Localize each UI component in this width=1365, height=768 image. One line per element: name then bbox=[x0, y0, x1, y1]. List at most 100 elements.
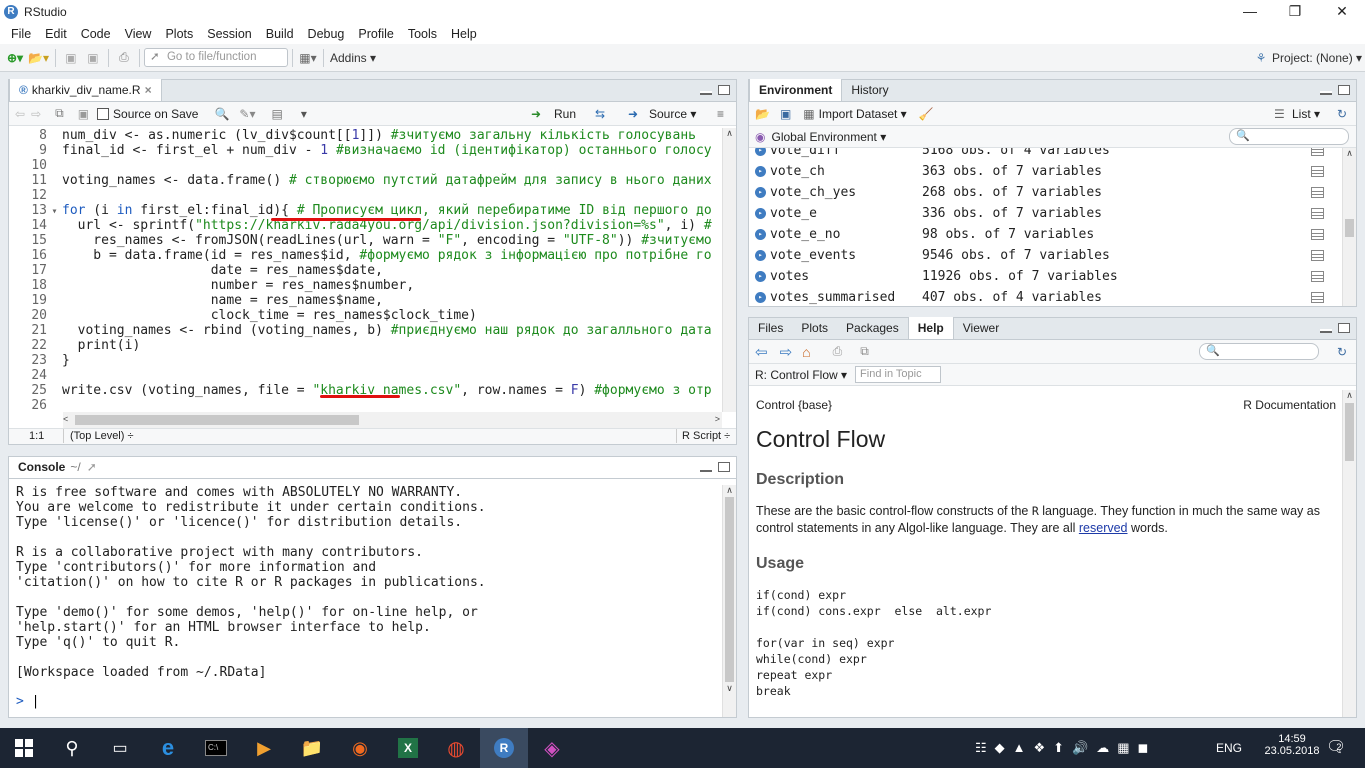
language-indicator[interactable]: ENG bbox=[1216, 741, 1242, 755]
console-scroll-thumb[interactable] bbox=[725, 497, 734, 682]
code-line[interactable]: 15 res_names <- fromJSON(readLines(url, … bbox=[9, 233, 711, 248]
console-scrollbar[interactable]: ∧ ∨ bbox=[722, 485, 736, 717]
search-icon[interactable]: 🔍 bbox=[214, 107, 229, 121]
menu-session[interactable]: Session bbox=[200, 27, 258, 41]
refresh-icon[interactable]: ↻ bbox=[1337, 345, 1347, 359]
workspace-panes-icon[interactable]: ▦▾ bbox=[299, 48, 317, 68]
maximize-pane-icon[interactable] bbox=[1338, 85, 1350, 95]
back-icon[interactable]: ⇦ bbox=[15, 107, 25, 121]
expand-icon[interactable]: ▸ bbox=[755, 187, 766, 198]
task-view-icon[interactable]: ▭ bbox=[96, 728, 144, 768]
code-line[interactable]: 10 bbox=[9, 158, 62, 173]
code-line[interactable]: 19 name = res_names$name, bbox=[9, 293, 383, 308]
system-tray-icons[interactable]: ☷◆▲❖⬆🔊☁▦◼ bbox=[975, 740, 1156, 756]
hscroll-thumb[interactable] bbox=[75, 415, 359, 425]
firefox-icon[interactable]: ◉ bbox=[336, 728, 384, 768]
tab-environment[interactable]: Environment bbox=[749, 79, 843, 101]
view-table-icon[interactable] bbox=[1311, 229, 1324, 240]
scroll-down-icon[interactable]: ∨ bbox=[723, 683, 736, 694]
minimize-pane-icon[interactable] bbox=[700, 468, 712, 472]
maximize-pane-icon[interactable] bbox=[718, 85, 730, 95]
chrome-icon[interactable]: ◍ bbox=[432, 728, 480, 768]
expand-icon[interactable]: ▸ bbox=[755, 292, 766, 303]
expand-icon[interactable]: ▸ bbox=[755, 271, 766, 282]
re-run-icon[interactable]: ⇆ bbox=[595, 107, 605, 121]
view-table-icon[interactable] bbox=[1311, 250, 1324, 261]
source-on-save-checkbox[interactable] bbox=[97, 107, 110, 120]
file-type-selector[interactable]: R Script ÷ bbox=[682, 429, 730, 444]
find-in-topic-input[interactable]: Find in Topic bbox=[855, 366, 942, 383]
help-scroll-thumb[interactable] bbox=[1345, 403, 1354, 461]
environment-row[interactable]: ▸ vote_e_no 98 obs. of 7 variables bbox=[749, 224, 1342, 245]
environment-row[interactable]: ▸ vote_ch_yes 268 obs. of 7 variables bbox=[749, 182, 1342, 203]
search-icon[interactable]: ⚲ bbox=[48, 728, 96, 768]
code-line[interactable]: 26 bbox=[9, 398, 62, 412]
expand-icon[interactable]: ▸ bbox=[755, 166, 766, 177]
start-button[interactable] bbox=[0, 728, 48, 768]
show-in-window-icon[interactable]: ⧉ bbox=[55, 106, 64, 121]
load-workspace-icon[interactable]: 📂 bbox=[755, 107, 770, 121]
console-prompt[interactable]: > | bbox=[16, 694, 39, 709]
run-button[interactable]: Run bbox=[554, 107, 576, 121]
view-table-icon[interactable] bbox=[1311, 148, 1324, 156]
code-line[interactable]: 8 num_div <- as.numeric (lv_div$count[[1]… bbox=[9, 128, 696, 143]
code-line[interactable]: 18 number = res_names$number, bbox=[9, 278, 414, 293]
source-button[interactable]: Source ▾ bbox=[649, 107, 696, 121]
code-line[interactable]: 9 final_id <- first_el + num_div - 1 #виз… bbox=[9, 143, 711, 158]
editor-tab[interactable]: ® kharkiv_div_name.R × bbox=[9, 79, 162, 101]
code-line[interactable]: 11 voting_names <- data.frame() # створює… bbox=[9, 173, 711, 188]
environment-search-input[interactable]: 🔍 bbox=[1229, 128, 1349, 145]
menu-code[interactable]: Code bbox=[74, 27, 118, 41]
home-icon[interactable]: ⌂ bbox=[802, 344, 810, 360]
environment-row[interactable]: ▸ votes 11926 obs. of 7 variables bbox=[749, 266, 1342, 287]
print-icon[interactable]: ⎙ bbox=[833, 344, 843, 359]
save-workspace-icon[interactable]: ▣ bbox=[780, 107, 791, 121]
environment-scrollbar[interactable]: ∧ bbox=[1342, 148, 1356, 306]
fold-icon[interactable]: ▾ bbox=[47, 204, 62, 219]
reserved-link[interactable]: reserved bbox=[1079, 521, 1128, 535]
environment-row[interactable]: ▸ vote_events 9546 obs. of 7 variables bbox=[749, 245, 1342, 266]
menu-debug[interactable]: Debug bbox=[301, 27, 352, 41]
topic-dropdown[interactable]: R: Control Flow ▾ bbox=[755, 368, 847, 382]
minimize-pane-icon[interactable] bbox=[700, 91, 712, 95]
clear-broom-icon[interactable]: 🧹 bbox=[919, 107, 934, 121]
code-editor[interactable]: 8 num_div <- as.numeric (lv_div$count[[1]… bbox=[9, 128, 722, 412]
minimize-pane-icon[interactable] bbox=[1320, 329, 1332, 333]
menu-profile[interactable]: Profile bbox=[351, 27, 400, 41]
env-scroll-thumb[interactable] bbox=[1345, 219, 1354, 237]
tab-files[interactable]: Files bbox=[749, 317, 792, 339]
addins-button[interactable]: Addins ▾ bbox=[330, 48, 376, 68]
minimize-button[interactable]: — bbox=[1227, 0, 1273, 23]
code-line[interactable]: 17 date = res_names$date, bbox=[9, 263, 383, 278]
project-menu[interactable]: Project: (None) ▾ bbox=[1272, 48, 1362, 68]
close-button[interactable]: ✕ bbox=[1319, 0, 1365, 23]
rstudio-taskbar-icon[interactable]: R bbox=[480, 728, 528, 768]
edge-icon[interactable]: e bbox=[144, 728, 192, 768]
view-table-icon[interactable] bbox=[1311, 271, 1324, 282]
cmd-icon[interactable]: C:\ bbox=[192, 728, 240, 768]
scope-selector[interactable]: (Top Level) ÷ bbox=[70, 429, 134, 444]
code-line[interactable]: 13 ▾ for (i in first_el:final_id){ # Пропи… bbox=[9, 203, 711, 219]
code-line[interactable]: 12 bbox=[9, 188, 62, 203]
magic-wand-icon[interactable]: ✎▾ bbox=[239, 107, 255, 121]
scroll-up-icon[interactable]: ∧ bbox=[723, 128, 736, 139]
menu-tools[interactable]: Tools bbox=[401, 27, 444, 41]
back-arrow-icon[interactable]: ⇦ bbox=[755, 343, 768, 361]
maximize-pane-icon[interactable] bbox=[1338, 323, 1350, 333]
minimize-pane-icon[interactable] bbox=[1320, 91, 1332, 95]
forward-icon[interactable]: ⇨ bbox=[31, 107, 41, 121]
media-player-icon[interactable]: ▶ bbox=[240, 728, 288, 768]
go-to-file-input[interactable]: ➚ Go to file/function bbox=[143, 48, 288, 67]
menu-help[interactable]: Help bbox=[444, 27, 484, 41]
global-environment-dropdown[interactable]: Global Environment ▾ bbox=[771, 130, 886, 144]
code-line[interactable]: 16 b = data.frame(id = res_names$id, #фо… bbox=[9, 248, 711, 263]
environment-row[interactable]: ▸ vote_ch 363 obs. of 7 variables bbox=[749, 161, 1342, 182]
help-search-input[interactable]: 🔍 bbox=[1199, 343, 1319, 360]
new-file-icon[interactable]: ⊕▾ bbox=[6, 48, 24, 68]
expand-icon[interactable]: ▸ bbox=[755, 250, 766, 261]
refresh-icon[interactable]: ↻ bbox=[1337, 107, 1347, 121]
expand-icon[interactable]: ▸ bbox=[755, 148, 766, 156]
code-line[interactable]: 21 voting_names <- rbind (voting_names, … bbox=[9, 323, 711, 338]
import-dataset-button[interactable]: Import Dataset ▾ bbox=[819, 107, 907, 121]
file-explorer-icon[interactable]: 📁 bbox=[288, 728, 336, 768]
